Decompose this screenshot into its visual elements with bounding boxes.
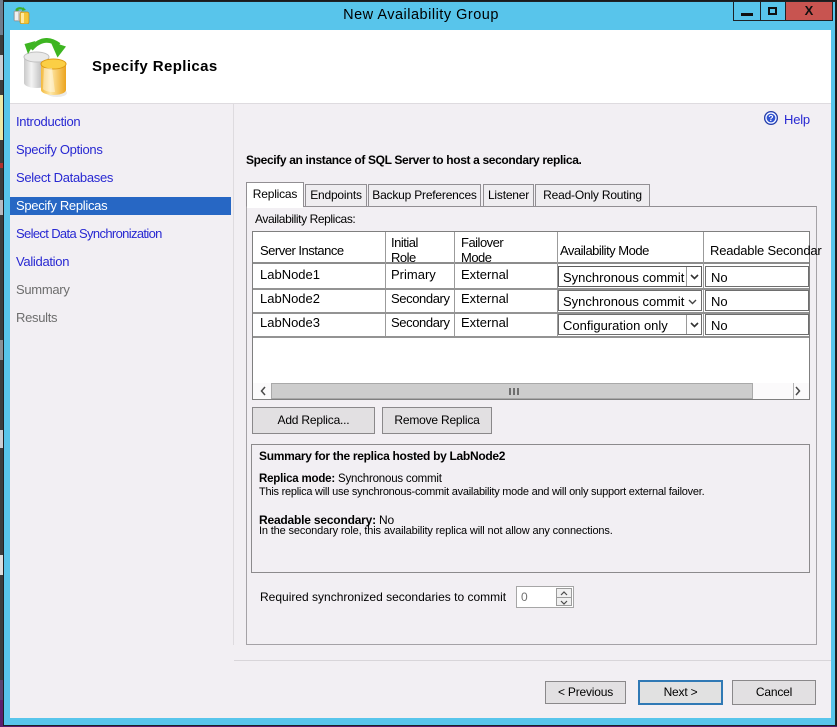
svg-text:?: ?	[768, 113, 773, 123]
